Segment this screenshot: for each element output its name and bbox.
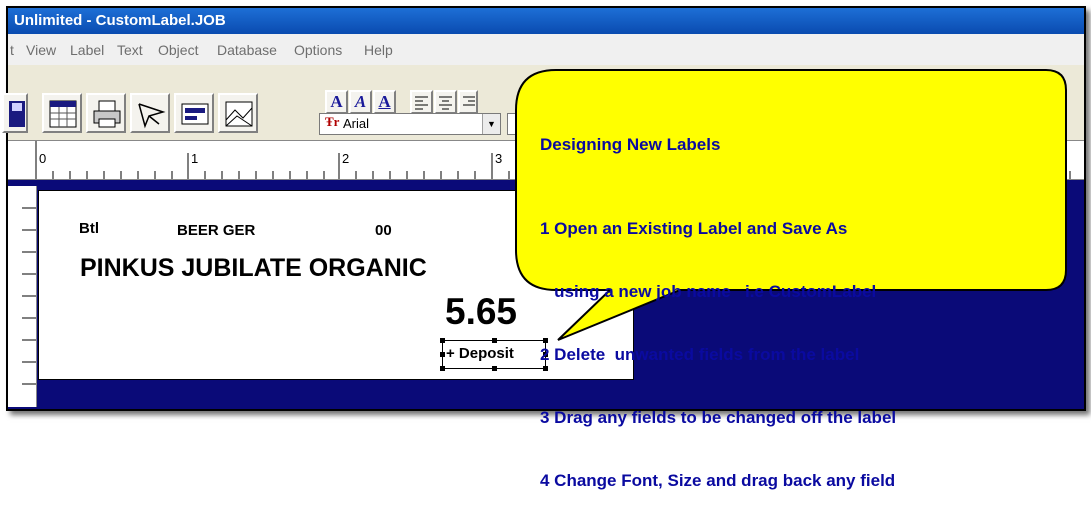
callout-step-2: 2 Delete unwanted fields from the label [540, 345, 860, 364]
callout-step-4: 4 Change Font, Size and drag back any fi… [540, 471, 896, 490]
callout-step-1-continued: using a new job name i.e CustomLabel [540, 282, 877, 301]
callout-step-1: 1 Open an Existing Label and Save As [540, 219, 848, 238]
callout-step-3: 3 Drag any fields to be changed off the … [540, 408, 897, 427]
callout-title: Designing New Labels [540, 135, 721, 154]
callout-text: Designing New Labels 1 Open an Existing … [540, 92, 896, 512]
